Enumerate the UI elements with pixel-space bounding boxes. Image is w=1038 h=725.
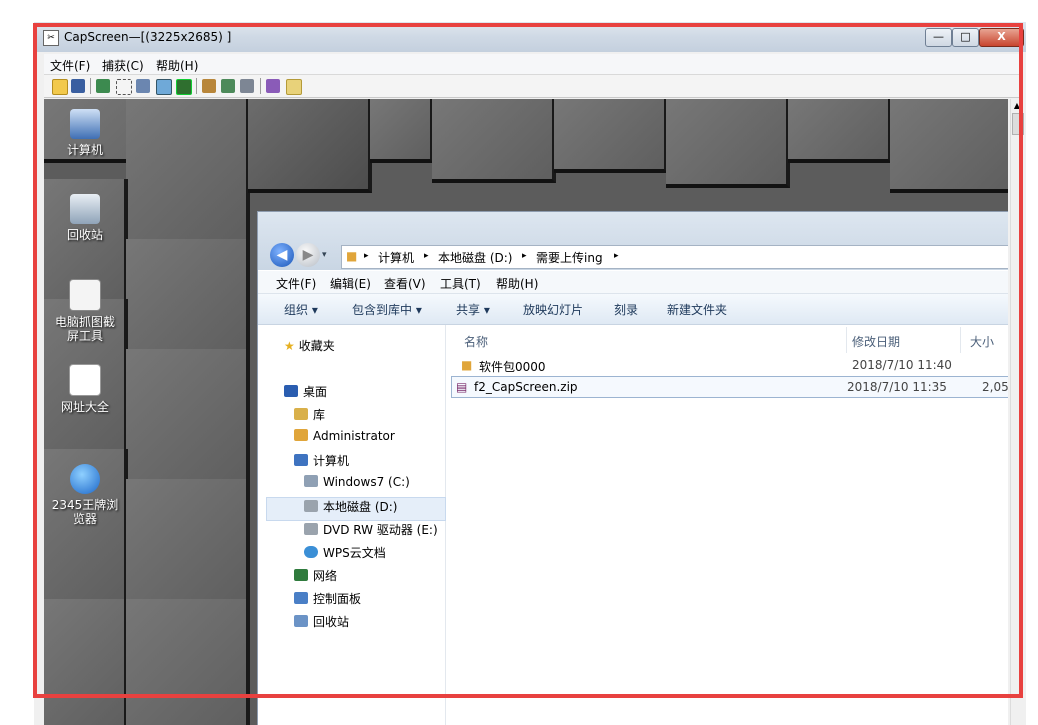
annotation-rectangle (33, 23, 1023, 698)
